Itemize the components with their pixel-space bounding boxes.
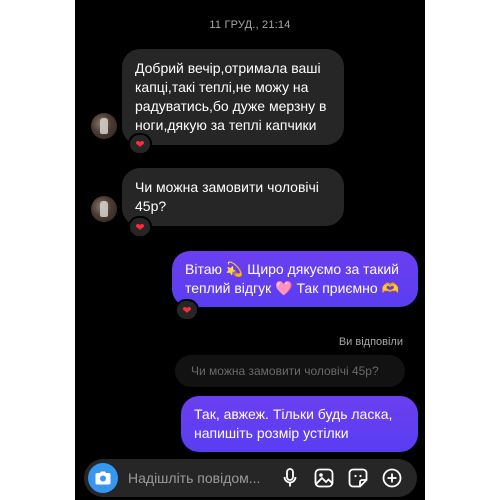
sender-avatar[interactable] (91, 113, 117, 139)
reply-preview[interactable]: Чи можна замовити чоловічі 45р? (175, 355, 405, 387)
chat-screen: 11 ГРУД., 21:14 Добрий вечір,отримала ва… (75, 0, 425, 500)
message-input[interactable] (128, 470, 268, 486)
add-button[interactable] (382, 468, 402, 488)
message-bubble-outgoing[interactable]: Вітаю 💫 Щиро дякуємо за такий теплий від… (172, 251, 418, 307)
heart-reaction[interactable]: ❤ (128, 133, 152, 155)
camera-button[interactable] (88, 463, 118, 493)
microphone-icon (283, 468, 297, 487)
message-composer (84, 459, 417, 497)
microphone-button[interactable] (280, 468, 300, 488)
date-separator: 11 ГРУД., 21:14 (209, 19, 291, 31)
message-bubble-incoming[interactable]: Добрий вечір,отримала ваші капці,такі те… (122, 49, 344, 145)
image-icon (314, 468, 334, 488)
gallery-button[interactable] (314, 468, 334, 488)
replied-label: Ви відповіли (338, 336, 403, 348)
heart-reaction[interactable]: ❤ (128, 216, 152, 238)
message-bubble-outgoing[interactable]: Так, авжеж. Тільки будь ласка, напишіть … (181, 396, 418, 452)
camera-icon (95, 471, 111, 485)
sticker-button[interactable] (348, 468, 368, 488)
composer-actions (280, 468, 402, 488)
sticker-icon (348, 468, 368, 488)
sender-avatar[interactable] (91, 196, 117, 222)
heart-reaction[interactable]: ❤ (175, 299, 199, 321)
message-bubble-incoming[interactable]: Чи можна замовити чоловічі 45р? (122, 168, 344, 226)
plus-icon (382, 468, 402, 488)
